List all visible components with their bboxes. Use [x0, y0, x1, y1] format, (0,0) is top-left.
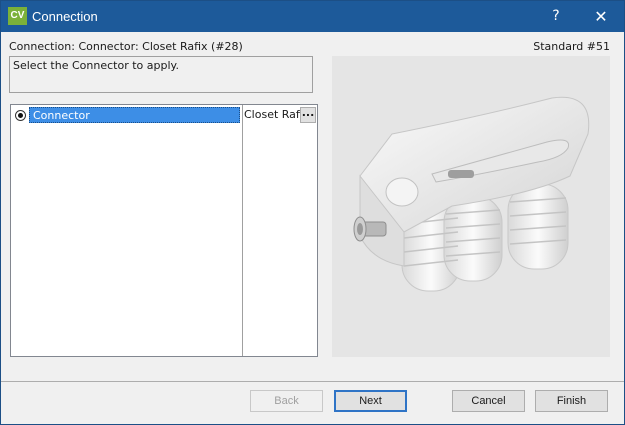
closet-rafix-illustration [353, 96, 590, 292]
cv-app-icon: CV [8, 7, 27, 25]
connector-tree[interactable]: Connector Closet Rafix ... [10, 104, 318, 357]
close-icon[interactable]: ✕ [581, 1, 621, 32]
standard-label: Standard #51 [533, 40, 610, 53]
window-title: Connection [32, 9, 98, 24]
browse-button[interactable]: ... [300, 107, 316, 123]
connection-dialog: CV Connection ? ✕ Connection: Connector:… [0, 0, 625, 425]
back-button[interactable]: Back [250, 390, 323, 412]
dialog-content: Connection: Connector: Closet Rafix (#28… [1, 32, 624, 381]
column-divider[interactable] [242, 105, 243, 356]
help-icon[interactable]: ? [536, 1, 576, 32]
tree-row-connector[interactable]: Connector Closet Rafix ... [11, 107, 317, 124]
tree-row-label[interactable]: Connector [29, 107, 240, 123]
button-bar: Back Next Cancel Finish [1, 382, 624, 424]
tree-row-value: Closet Rafix [244, 108, 300, 121]
connector-preview-image [332, 56, 610, 357]
next-button[interactable]: Next [334, 390, 407, 412]
breadcrumb: Connection: Connector: Closet Rafix (#28… [9, 40, 243, 53]
prompt-text: Select the Connector to apply. [13, 59, 179, 72]
radio-selected[interactable] [15, 110, 26, 121]
title-bar: CV Connection ? ✕ [1, 1, 624, 32]
cancel-button[interactable]: Cancel [452, 390, 525, 412]
finish-button[interactable]: Finish [535, 390, 608, 412]
prompt-box: Select the Connector to apply. [9, 56, 313, 93]
